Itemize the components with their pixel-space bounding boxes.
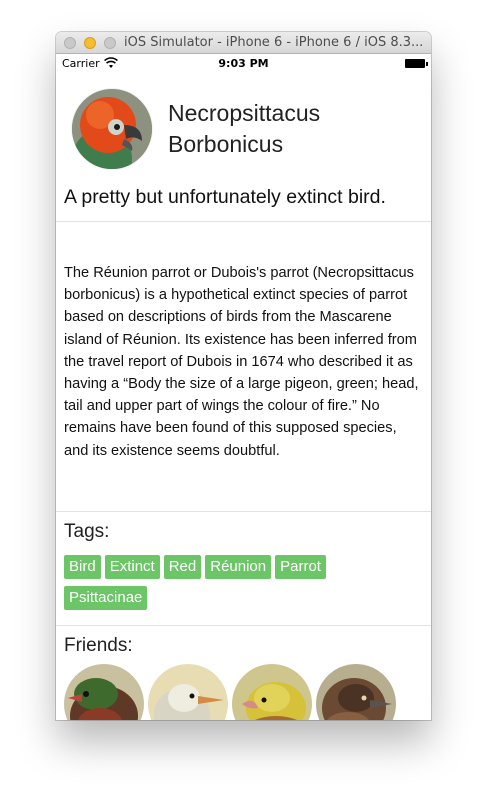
tags-heading: Tags: [64, 521, 110, 542]
tag-chip[interactable]: Red [163, 555, 202, 579]
friends-list [64, 664, 431, 720]
friend-avatar[interactable] [64, 664, 144, 720]
bird-avatar-yellow-icon [232, 664, 312, 720]
battery-icon [405, 59, 428, 68]
tag-chip[interactable]: Bird [64, 555, 101, 579]
species-name: Necropsittacus Borbonicus [168, 98, 418, 160]
zoom-window-button[interactable] [104, 37, 116, 49]
species-name-line1: Necropsittacus [168, 100, 321, 126]
divider [56, 511, 431, 512]
tag-chip[interactable]: Réunion [205, 555, 272, 579]
status-time: 9:03 PM [218, 57, 269, 70]
friend-avatar[interactable] [316, 664, 396, 720]
friend-avatar[interactable] [148, 664, 228, 720]
minimize-window-button[interactable] [84, 37, 96, 49]
species-name-line2: Borbonicus [168, 131, 284, 157]
species-description: The Réunion parrot or Dubois's parrot (N… [64, 265, 419, 459]
friends-heading: Friends: [64, 635, 133, 656]
tag-chip[interactable]: Extinct [104, 555, 160, 579]
bird-avatar-brown-icon [316, 664, 396, 720]
bird-avatar-white-icon [148, 664, 228, 720]
red-parrot-icon [72, 89, 152, 169]
divider [56, 625, 431, 626]
profile-screen: Necropsittacus Borbonicus A pretty but u… [56, 74, 431, 720]
simulator-window: iOS Simulator - iPhone 6 - iPhone 6 / iO… [56, 32, 431, 720]
species-tagline: A pretty but unfortunately extinct bird. [64, 186, 386, 208]
tag-chip[interactable]: Psittacinae [64, 586, 148, 610]
profile-avatar [72, 89, 152, 169]
close-window-button[interactable] [64, 37, 76, 49]
window-titlebar: iOS Simulator - iPhone 6 - iPhone 6 / iO… [56, 32, 431, 54]
window-title: iOS Simulator - iPhone 6 - iPhone 6 / iO… [124, 35, 424, 50]
tag-chip[interactable]: Parrot [275, 555, 326, 579]
ios-status-bar: Carrier 9:03 PM [56, 54, 431, 74]
divider [56, 221, 431, 222]
tag-list: Bird Extinct Red Réunion Parrot Psittaci… [64, 555, 384, 610]
friend-avatar[interactable] [232, 664, 312, 720]
bird-avatar-red-throat-icon [64, 664, 144, 720]
